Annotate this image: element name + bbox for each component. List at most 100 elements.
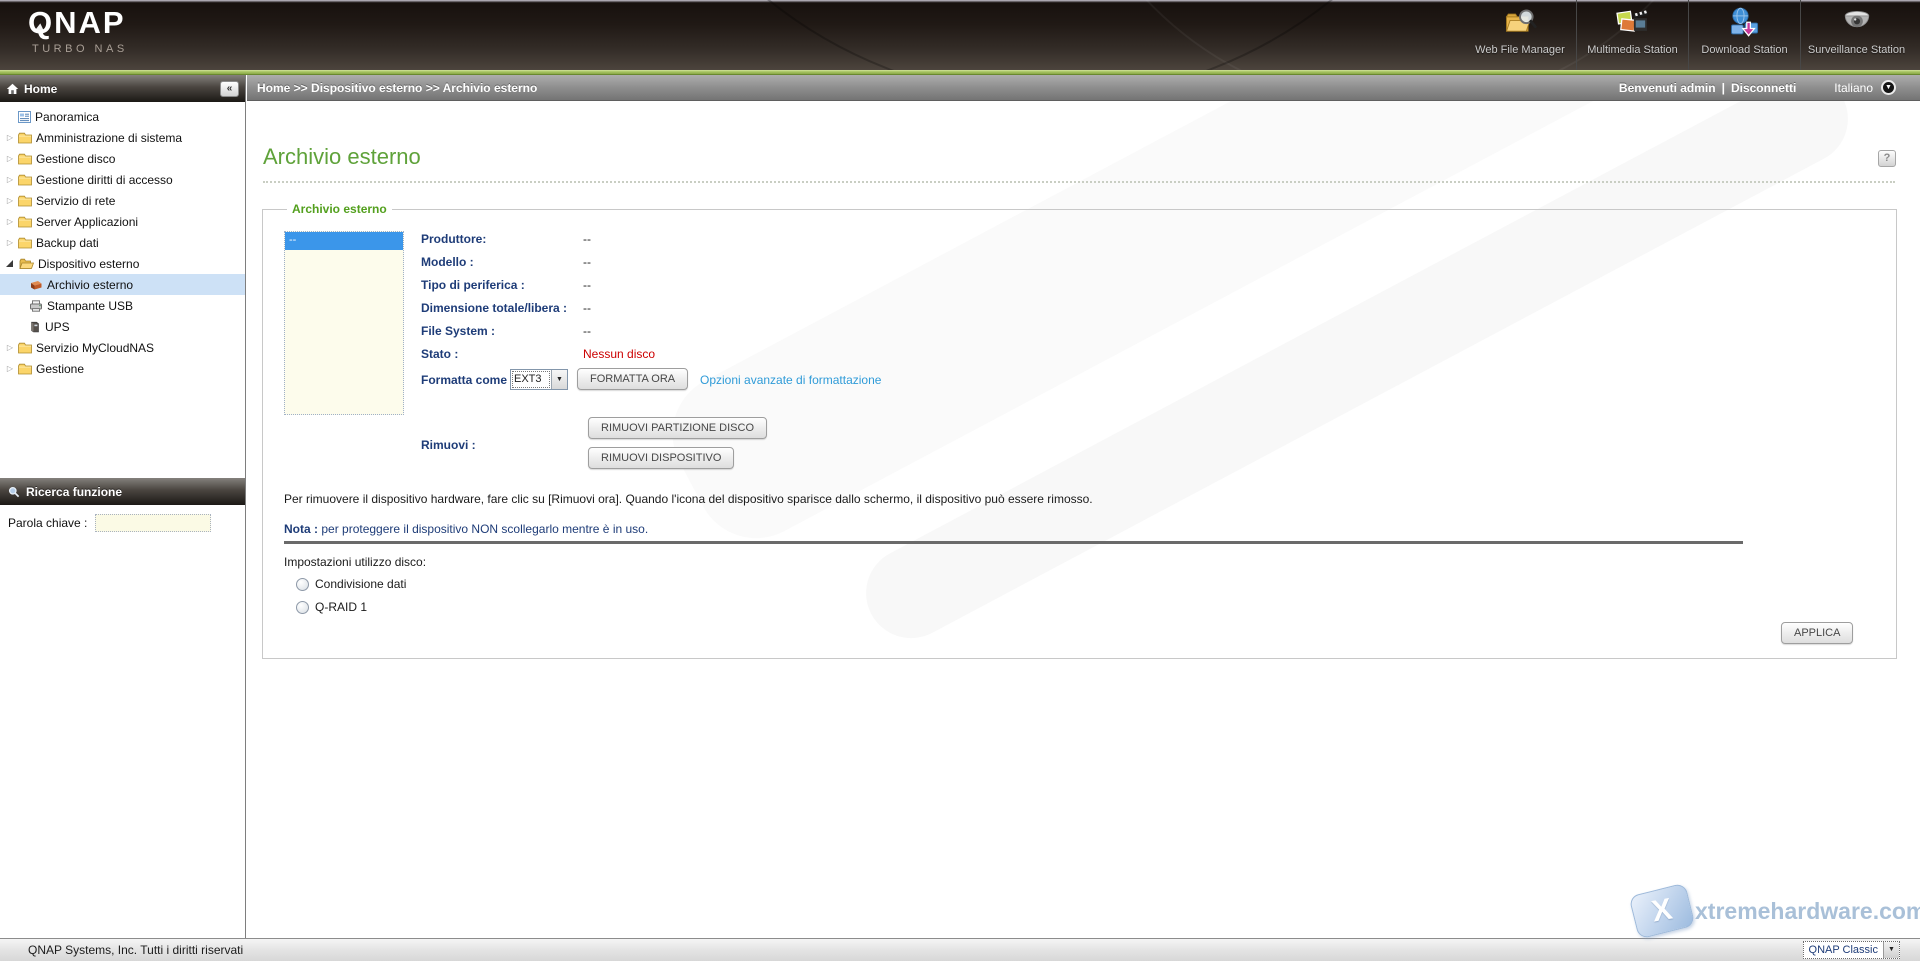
tree-collapsed-arrow-icon[interactable]: ▷ xyxy=(5,154,15,163)
language-selector[interactable]: Italiano ▼ xyxy=(1834,80,1896,95)
sidebar-item-stampante-usb[interactable]: Stampante USB xyxy=(0,295,245,316)
sidebar-title: Home xyxy=(24,82,220,96)
radio-condivisione-dati[interactable]: Condivisione dati xyxy=(296,577,406,591)
station-label: Multimedia Station xyxy=(1587,44,1678,56)
tree-collapsed-arrow-icon[interactable]: ▷ xyxy=(5,343,15,352)
main-column: Home >> Dispositivo esterno >> Archivio … xyxy=(247,75,1920,938)
tree-expanded-arrow-icon[interactable] xyxy=(6,260,13,267)
note-label: Nota : xyxy=(284,522,318,536)
keyword-label: Parola chiave : xyxy=(8,516,87,530)
printer-icon xyxy=(29,300,43,312)
sidebar-item-dispositivo-esterno[interactable]: Dispositivo esterno xyxy=(0,253,245,274)
xtremehardware-logo-icon: X xyxy=(1629,883,1696,940)
web-file-manager-icon xyxy=(1501,6,1539,42)
remove-disk-partition-button[interactable]: RIMUOVI PARTIZIONE DISCO xyxy=(588,417,767,439)
external-storage-panel: Archivio esterno -- Produttore: -- Model… xyxy=(262,209,1897,659)
radio-button-icon[interactable] xyxy=(296,601,309,614)
folder-icon xyxy=(18,363,32,375)
help-button[interactable]: ? xyxy=(1878,150,1896,167)
content-area: ? Archivio esterno Archivio esterno -- P… xyxy=(247,101,1920,938)
logout-link[interactable]: Disconnetti xyxy=(1731,81,1796,95)
device-info-fields: Produttore: -- Modello : -- Tipo di peri… xyxy=(421,228,1321,366)
folder-icon xyxy=(18,132,32,144)
sidebar-item-gestione-disco[interactable]: ▷ Gestione disco xyxy=(0,148,245,169)
field-produttore: Produttore: -- xyxy=(421,228,1321,251)
sidebar-item-ups[interactable]: UPS xyxy=(0,316,245,337)
tree-collapsed-arrow-icon[interactable]: ▷ xyxy=(5,217,15,226)
footer-bar: QNAP Systems, Inc. Tutti i diritti riser… xyxy=(0,938,1920,961)
sidebar-item-backup-dati[interactable]: ▷ Backup dati xyxy=(0,232,245,253)
keyword-input[interactable] xyxy=(95,514,211,532)
watermark-text: xtremehardware.com xyxy=(1695,898,1920,925)
folder-open-icon xyxy=(19,258,34,270)
download-station-icon xyxy=(1726,6,1764,42)
field-modello: Modello : -- xyxy=(421,251,1321,274)
apply-button[interactable]: APPLICA xyxy=(1781,622,1853,644)
breadcrumb-bar: Home >> Dispositivo esterno >> Archivio … xyxy=(247,75,1920,101)
radio-q-raid-1[interactable]: Q-RAID 1 xyxy=(296,600,367,614)
sidebar-item-servizio-mycloudnas[interactable]: ▷ Servizio MyCloudNAS xyxy=(0,337,245,358)
home-icon xyxy=(6,83,19,95)
page-title: Archivio esterno xyxy=(263,144,421,170)
remove-label: Rimuovi : xyxy=(421,438,476,452)
language-dropdown-icon[interactable]: ▼ xyxy=(1881,80,1896,95)
radio-button-icon[interactable] xyxy=(296,578,309,591)
folder-icon xyxy=(18,153,32,165)
qnap-admin-window: QNAP TURBO NAS Web File Manager xyxy=(0,0,1920,961)
device-list-item[interactable]: -- xyxy=(285,232,403,250)
tree-collapsed-arrow-icon[interactable]: ▷ xyxy=(5,175,15,184)
theme-dropdown-icon[interactable]: ▼ xyxy=(1883,942,1899,958)
sidebar: Home « Panoramica ▷ Amministrazione di s… xyxy=(0,75,246,938)
filesystem-selected-value: EXT3 xyxy=(511,370,551,389)
turbo-nas-label: TURBO NAS xyxy=(32,43,128,55)
sidebar-item-server-applicazioni[interactable]: ▷ Server Applicazioni xyxy=(0,211,245,232)
section-divider xyxy=(284,541,1743,544)
top-header: QNAP TURBO NAS Web File Manager xyxy=(0,0,1920,70)
tree-collapsed-arrow-icon[interactable]: ▷ xyxy=(5,364,15,373)
station-web-file-manager[interactable]: Web File Manager xyxy=(1464,0,1576,70)
field-stato: Stato : Nessun disco xyxy=(421,343,1321,366)
tree-collapsed-arrow-icon[interactable]: ▷ xyxy=(5,133,15,142)
qnap-logo-text: QNAP xyxy=(28,8,128,38)
note-text: Nota : per proteggere il dispositivo NON… xyxy=(284,522,648,536)
ups-icon xyxy=(29,321,41,333)
sidebar-item-gestione-diritti-di-accesso[interactable]: ▷ Gestione diritti di accesso xyxy=(0,169,245,190)
sidebar-item-panoramica[interactable]: Panoramica xyxy=(0,106,245,127)
welcome-text: Benvenuti admin xyxy=(1619,81,1716,95)
station-download[interactable]: Download Station xyxy=(1688,0,1800,70)
sidebar-item-gestione[interactable]: ▷ Gestione xyxy=(0,358,245,379)
tree-collapsed-arrow-icon[interactable]: ▷ xyxy=(5,196,15,205)
station-shortcuts: Web File Manager Multimedia Station xyxy=(1464,0,1912,70)
station-label: Download Station xyxy=(1701,44,1787,56)
sidebar-item-servizio-di-rete[interactable]: ▷ Servizio di rete xyxy=(0,190,245,211)
sidebar-item-archivio-esterno[interactable]: Archivio esterno xyxy=(0,274,245,295)
xtremehardware-watermark: X xtremehardware.com xyxy=(1633,889,1920,933)
station-surveillance[interactable]: Surveillance Station xyxy=(1800,0,1912,70)
format-now-button[interactable]: FORMATTA ORA xyxy=(577,368,688,390)
folder-icon xyxy=(18,237,32,249)
tree-collapsed-arrow-icon[interactable]: ▷ xyxy=(5,238,15,247)
title-divider xyxy=(263,181,1895,183)
breadcrumb: Home >> Dispositivo esterno >> Archivio … xyxy=(257,81,1619,95)
surveillance-station-icon xyxy=(1838,6,1876,42)
remove-instructions-text: Per rimuovere il dispositivo hardware, f… xyxy=(284,492,1093,506)
separator: | xyxy=(1722,81,1725,95)
sidebar-collapse-button[interactable]: « xyxy=(220,81,239,97)
qnap-logo: QNAP TURBO NAS xyxy=(28,8,128,55)
station-label: Surveillance Station xyxy=(1808,44,1905,56)
folder-icon xyxy=(18,216,32,228)
theme-select[interactable]: QNAP Classic ▼ xyxy=(1803,941,1900,959)
sidebar-home-header: Home « xyxy=(0,75,245,102)
field-dimensione: Dimensione totale/libera : -- xyxy=(421,297,1321,320)
field-tipo-di-periferica: Tipo di periferica : -- xyxy=(421,274,1321,297)
filesystem-select[interactable]: EXT3 ▼ xyxy=(510,369,568,390)
station-label: Web File Manager xyxy=(1475,44,1565,56)
remove-device-button[interactable]: RIMUOVI DISPOSITIVO xyxy=(588,447,734,469)
select-dropdown-icon[interactable]: ▼ xyxy=(551,370,567,389)
function-search-title: Ricerca funzione xyxy=(26,485,122,499)
advanced-format-options-link[interactable]: Opzioni avanzate di formattazione xyxy=(700,373,881,387)
folder-icon xyxy=(18,195,32,207)
sidebar-item-amministrazione-di-sistema[interactable]: ▷ Amministrazione di sistema xyxy=(0,127,245,148)
station-multimedia[interactable]: Multimedia Station xyxy=(1576,0,1688,70)
theme-selected-value: QNAP Classic xyxy=(1804,944,1883,956)
